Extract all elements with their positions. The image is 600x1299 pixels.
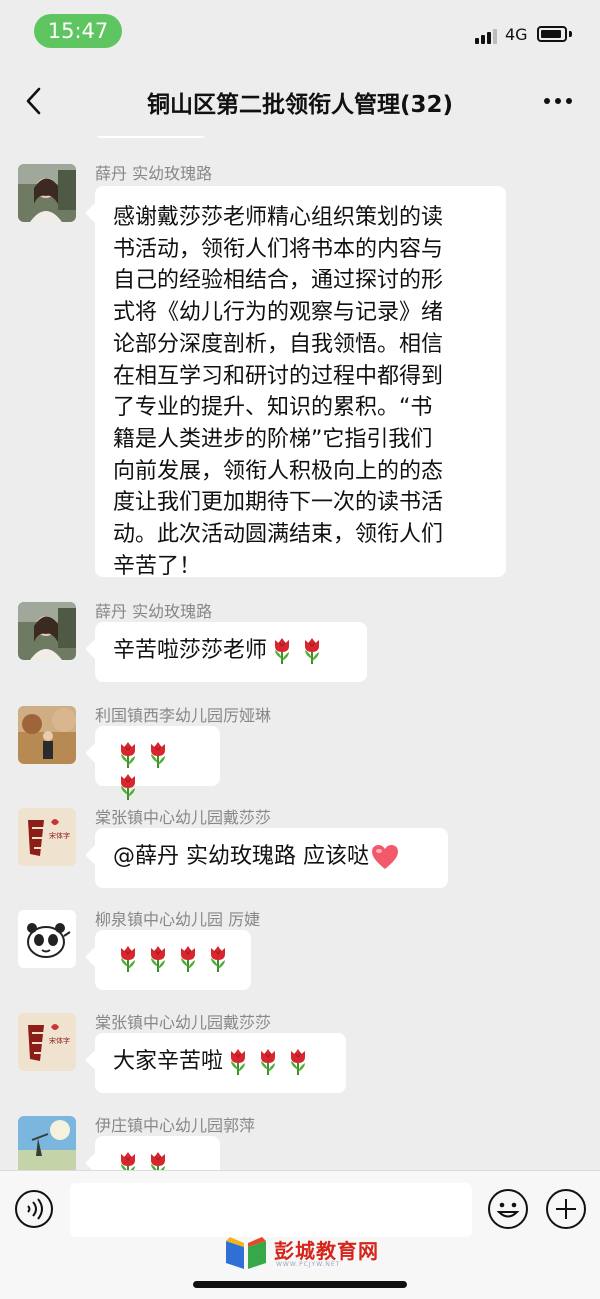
tulip-emoji-icon: [116, 741, 140, 769]
battery-icon: [537, 26, 567, 42]
avatar[interactable]: [18, 602, 76, 660]
message-line: 书活动，领衔人们将书本的内容与: [113, 236, 444, 262]
avatar[interactable]: [18, 910, 76, 968]
message-text: 大家辛苦啦: [113, 1049, 224, 1074]
avatar-seal-text: 宋体字: [49, 1037, 70, 1045]
more-options-button[interactable]: [538, 88, 578, 114]
message-line: 动。此次活动圆满结束，领衔人们: [113, 522, 444, 548]
tulip-emoji-icon: [300, 637, 324, 665]
message-bubble[interactable]: 感谢戴莎莎老师精心组织策划的读 书活动，领衔人们将书本的内容与 自己的经验相结合…: [95, 186, 506, 579]
plus-icon: [546, 1189, 586, 1229]
tulip-emoji-icon: [146, 741, 170, 769]
previous-message-bubble: [95, 136, 207, 138]
message-line: 辛苦了！: [113, 553, 202, 579]
tulip-emoji-icon: [176, 945, 200, 973]
message-text: @薛丹 实幼玫瑰路 应该哒: [113, 844, 369, 869]
watermark-subtext: WWW.PCJYW.NET: [276, 1261, 341, 1268]
tulip-emoji-icon: [286, 1048, 310, 1076]
message-line: 自己的经验相结合，通过探讨的形: [113, 268, 444, 294]
back-button[interactable]: [18, 84, 52, 118]
message-bubble[interactable]: 辛苦啦莎莎老师: [95, 622, 367, 682]
message-line: 式将《幼儿行为的观察与记录》绪: [113, 300, 444, 326]
emoji-button[interactable]: [487, 1188, 529, 1230]
chevron-left-icon: [26, 87, 41, 115]
sender-name: 柳泉镇中心幼儿园 厉婕: [95, 910, 261, 929]
message-line: 在相互学习和研讨的过程中都得到: [113, 363, 444, 389]
sender-name: 薛丹 实幼玫瑰路: [95, 164, 213, 183]
message-line: 论部分深度剖析，自我领悟。相信: [113, 331, 444, 357]
tulip-emoji-icon: [146, 945, 170, 973]
avatar[interactable]: [18, 164, 76, 222]
message-line: 了专业的提升、知识的累积。“书: [113, 395, 433, 421]
message-bubble[interactable]: [95, 1136, 220, 1170]
message-line: 籍是人类进步的阶梯”它指引我们: [113, 426, 433, 452]
heart-emoji-icon: [371, 844, 399, 870]
sender-name: 棠张镇中心幼儿园戴莎莎: [95, 808, 272, 827]
input-bar: 彭城教育网 WWW.PCJYW.NET: [0, 1170, 600, 1299]
signal-icon: [475, 28, 499, 44]
sender-name: 利国镇西李幼儿园厉娅琳: [95, 706, 272, 725]
more-actions-button[interactable]: [545, 1188, 587, 1230]
tulip-emoji-icon: [116, 1151, 140, 1170]
watermark-text: 彭城教育网: [274, 1239, 379, 1263]
status-bar: 15:47 4G: [0, 0, 600, 66]
tulip-emoji-icon: [116, 773, 140, 801]
message-bubble[interactable]: [95, 930, 251, 990]
book-logo-icon: [226, 1237, 266, 1269]
sender-name: 薛丹 实幼玫瑰路: [95, 602, 213, 621]
message-line: 度让我们更加期待下一次的读书活: [113, 490, 444, 516]
status-time: 15:47: [34, 14, 122, 48]
message-line: 感谢戴莎莎老师精心组织策划的读: [113, 205, 444, 230]
battery-tip: [569, 31, 572, 37]
sender-name: 棠张镇中心幼儿园戴莎莎: [95, 1013, 272, 1032]
voice-button[interactable]: [14, 1189, 54, 1229]
message-text: 辛苦啦莎莎老师: [113, 638, 268, 663]
avatar-seal-text: 宋体字: [49, 832, 70, 840]
avatar[interactable]: [18, 1116, 76, 1170]
message-bubble[interactable]: @薛丹 实幼玫瑰路 应该哒: [95, 828, 448, 888]
avatar[interactable]: 宋体字: [18, 808, 76, 866]
avatar[interactable]: 宋体字: [18, 1013, 76, 1071]
message-line: 向前发展，领衔人积极向上的的态: [113, 458, 444, 484]
tulip-emoji-icon: [146, 1151, 170, 1170]
message-input[interactable]: [70, 1183, 472, 1237]
home-indicator[interactable]: [193, 1281, 407, 1288]
watermark: 彭城教育网 WWW.PCJYW.NET: [222, 1231, 422, 1273]
avatar[interactable]: [18, 706, 76, 764]
message-bubble[interactable]: 大家辛苦啦: [95, 1033, 346, 1093]
tulip-emoji-icon: [270, 637, 294, 665]
emoji-icon: [488, 1189, 528, 1229]
sender-name: 伊庄镇中心幼儿园郭萍: [95, 1116, 256, 1135]
message-bubble[interactable]: [95, 726, 220, 800]
tulip-emoji-icon: [206, 945, 230, 973]
tulip-emoji-icon: [116, 945, 140, 973]
tulip-emoji-icon: [256, 1048, 280, 1076]
network-label: 4G: [505, 25, 528, 44]
message-list[interactable]: 薛丹 实幼玫瑰路 感谢戴莎莎老师精心组织策划的读 书活动，领衔人们将书本的内容与…: [0, 136, 600, 1170]
chat-title: 铜山区第二批领衔人管理(32): [146, 92, 454, 118]
chat-header: 铜山区第二批领衔人管理(32): [0, 66, 600, 136]
more-dots-icon: [544, 98, 550, 104]
tulip-emoji-icon: [226, 1048, 250, 1076]
voice-icon: [15, 1190, 53, 1228]
